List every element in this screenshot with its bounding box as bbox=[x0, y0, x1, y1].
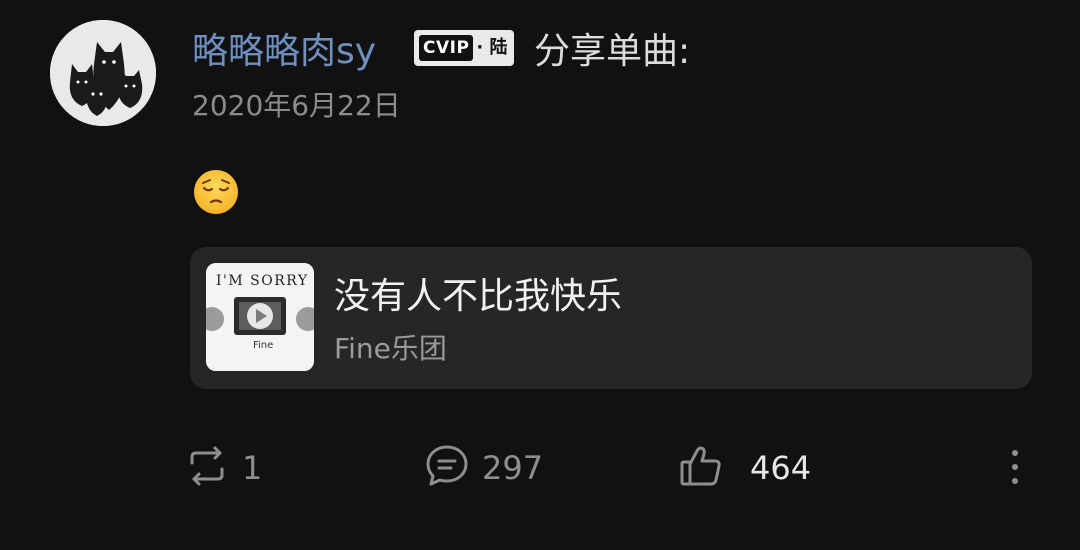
comment-button[interactable]: 297 bbox=[424, 444, 543, 492]
pensive-face-emoji bbox=[192, 168, 240, 216]
vip-mark: CVIP bbox=[419, 35, 474, 61]
like-button[interactable]: 464 bbox=[678, 444, 811, 492]
comment-icon bbox=[424, 443, 470, 493]
music-card[interactable]: I'M SORRY Fine 没有人不比我快乐 Fine乐团 bbox=[190, 247, 1032, 389]
repost-count: 1 bbox=[242, 449, 263, 487]
artist-name[interactable]: Fine乐团 bbox=[334, 331, 447, 367]
comment-count: 297 bbox=[482, 449, 544, 487]
more-vertical-icon bbox=[1000, 450, 1030, 496]
repost-icon bbox=[184, 443, 230, 493]
cats-avatar-image bbox=[50, 20, 156, 126]
more-options-button[interactable] bbox=[1000, 444, 1030, 492]
album-art[interactable]: I'M SORRY Fine bbox=[206, 263, 314, 371]
vip-badge[interactable]: CVIP · 陆 bbox=[414, 30, 514, 66]
album-art-title: I'M SORRY bbox=[216, 273, 309, 289]
vip-level: · 陆 bbox=[476, 37, 508, 58]
thumbs-up-icon bbox=[678, 443, 724, 493]
avatar[interactable] bbox=[50, 20, 156, 126]
post-timestamp: 2020年6月22日 bbox=[192, 89, 401, 122]
post-card: 略略略肉sy CVIP · 陆 分享单曲: 2020年6月22日 I'M SOR… bbox=[0, 0, 1080, 550]
username-link[interactable]: 略略略肉sy bbox=[192, 30, 376, 74]
repost-button[interactable]: 1 bbox=[184, 444, 262, 492]
album-art-band: Fine bbox=[253, 340, 273, 351]
like-count: 464 bbox=[750, 449, 812, 487]
share-action-text: 分享单曲: bbox=[534, 31, 691, 72]
song-title[interactable]: 没有人不比我快乐 bbox=[334, 275, 622, 319]
